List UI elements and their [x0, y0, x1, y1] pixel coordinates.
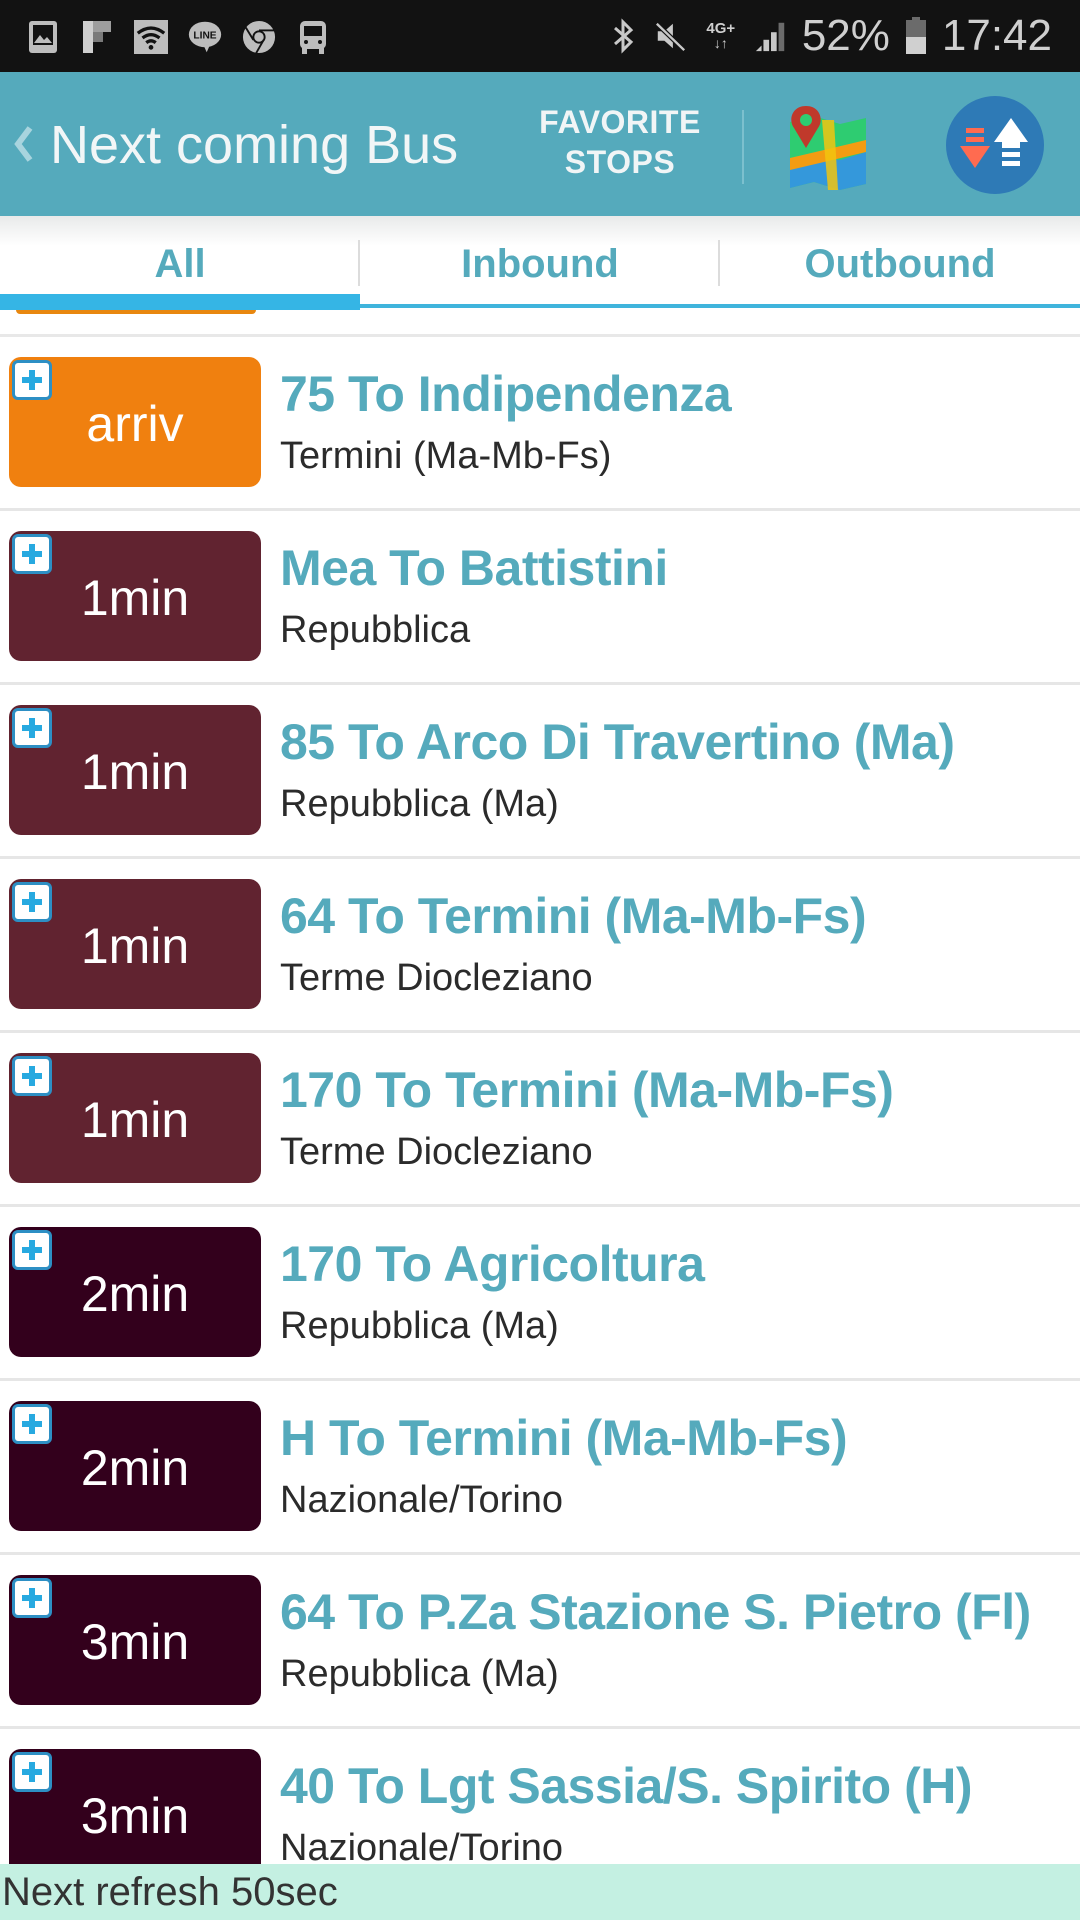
stop-name: Repubblica — [280, 609, 471, 651]
eta-text: 3min — [80, 1788, 190, 1844]
chrome-icon — [242, 19, 276, 55]
add-favorite-icon[interactable] — [12, 360, 52, 400]
favorite-label-line1: FAVORITE — [539, 104, 701, 140]
arrivals-list[interactable]: arriv 75 To Indipendenza Termini (Ma-Mb-Fs… — [0, 310, 1080, 1864]
stop-name: Repubblica (Ma) — [280, 1653, 559, 1695]
refresh-countdown: Next refresh 50sec — [2, 1870, 338, 1914]
eta-text: 1min — [80, 1092, 190, 1148]
stop-name: Terme Diocleziano — [280, 1131, 593, 1173]
mute-icon — [654, 18, 688, 54]
add-favorite-icon[interactable] — [12, 1578, 52, 1618]
add-favorite-icon[interactable] — [12, 1056, 52, 1096]
bus-app-icon — [296, 19, 330, 55]
app-bar: Next coming Bus FAVORITE STOPS — [0, 72, 1080, 216]
direction-tabs: All Inbound Outbound — [0, 216, 1080, 310]
network-4g-icon: 4G+ ↓↑ — [706, 20, 736, 51]
eta-text: 3min — [80, 1614, 190, 1670]
route-title: 170 To Agricoltura — [280, 1236, 705, 1292]
eta-badge: 1min — [9, 531, 261, 661]
svg-text:LINE: LINE — [193, 31, 216, 42]
stop-name: Termini (Ma-Mb-Fs) — [280, 435, 612, 477]
tab-label: All — [154, 242, 206, 286]
line-app-icon: LINE — [188, 19, 222, 55]
battery-percent: 52% — [801, 11, 890, 60]
previous-item-peek — [16, 310, 256, 314]
stop-name: Terme Diocleziano — [280, 957, 593, 999]
tab-label: Inbound — [461, 242, 619, 286]
eta-badge: 2min — [9, 1227, 261, 1357]
stop-name: Repubblica (Ma) — [280, 783, 559, 825]
refresh-bar: Next refresh 50sec — [0, 1864, 1080, 1920]
flipboard-icon — [80, 19, 114, 55]
eta-text: 1min — [80, 918, 190, 974]
arrival-row[interactable]: 1min 64 To Termini (Ma-Mb-Fs) Terme Diocle… — [0, 859, 1080, 1033]
tab-indicator — [0, 294, 360, 310]
swap-direction-icon — [960, 118, 1028, 168]
eta-badge: 3min — [9, 1575, 261, 1705]
tab-outbound[interactable]: Outbound — [720, 216, 1080, 310]
arrival-row[interactable]: 3min 40 To Lgt Sassia/S. Spirito (H) Nazio… — [0, 1729, 1080, 1864]
tab-label: Outbound — [804, 242, 996, 286]
signal-icon — [754, 18, 788, 54]
appbar-divider — [742, 110, 744, 184]
arrival-row[interactable]: arriv 75 To Indipendenza Termini (Ma-Mb-Fs… — [0, 337, 1080, 511]
page-title[interactable]: Next coming Bus — [50, 114, 458, 176]
eta-text: 2min — [80, 1440, 190, 1496]
direction-toggle-button[interactable] — [946, 96, 1044, 194]
clock: 17:42 — [941, 11, 1052, 60]
route-title: 170 To Termini (Ma-Mb-Fs) — [280, 1062, 894, 1118]
add-favorite-icon[interactable] — [12, 1230, 52, 1270]
stop-name: Nazionale/Torino — [280, 1479, 564, 1521]
arrival-row[interactable]: 1min Mea To Battistini Repubblica — [0, 511, 1080, 685]
route-title: 64 To Termini (Ma-Mb-Fs) — [280, 888, 867, 944]
eta-badge: 1min — [9, 1053, 261, 1183]
wifi-icon — [134, 19, 168, 55]
gallery-icon — [26, 19, 60, 55]
notification-icons: LINE — [26, 16, 330, 58]
route-title: 64 To P.Za Stazione S. Pietro (Fl) — [280, 1584, 1031, 1640]
map-icon — [790, 106, 866, 190]
tab-all[interactable]: All — [0, 216, 360, 310]
route-title: Mea To Battistini — [280, 540, 668, 596]
system-status: 4G+ ↓↑ 52% 17:42 — [606, 8, 1052, 64]
eta-text: 1min — [80, 570, 190, 626]
arrival-row[interactable]: 2min H To Termini (Ma-Mb-Fs) Nazionale/Tor… — [0, 1381, 1080, 1555]
add-favorite-icon[interactable] — [12, 882, 52, 922]
status-bar: LINE 4G+ ↓↑ 52% 17:42 — [0, 0, 1080, 72]
favorite-label-line2: STOPS — [564, 144, 676, 180]
arrivals-rows: arriv 75 To Indipendenza Termini (Ma-Mb-Fs… — [0, 337, 1080, 1864]
route-title: 75 To Indipendenza — [280, 366, 732, 422]
eta-badge: 3min — [9, 1749, 261, 1864]
eta-badge: arriv — [9, 357, 261, 487]
stop-name: Repubblica (Ma) — [280, 1305, 559, 1347]
favorite-stops-button[interactable]: FAVORITE STOPS — [520, 102, 720, 188]
arrival-row[interactable]: 1min 170 To Termini (Ma-Mb-Fs) Terme Diocl… — [0, 1033, 1080, 1207]
eta-text: arriv — [86, 396, 184, 452]
tab-inbound[interactable]: Inbound — [360, 216, 720, 310]
stop-name: Nazionale/Torino — [280, 1827, 564, 1864]
arrival-row[interactable]: 2min 170 To Agricoltura Repubblica (Ma) — [0, 1207, 1080, 1381]
eta-badge: 1min — [9, 879, 261, 1009]
eta-badge: 2min — [9, 1401, 261, 1531]
route-title: H To Termini (Ma-Mb-Fs) — [280, 1410, 848, 1466]
route-title: 85 To Arco Di Travertino (Ma) — [280, 714, 955, 770]
eta-text: 2min — [80, 1266, 190, 1322]
add-favorite-icon[interactable] — [12, 1404, 52, 1444]
eta-badge: 1min — [9, 705, 261, 835]
arrival-row[interactable]: 3min 64 To P.Za Stazione S. Pietro (Fl) Re… — [0, 1555, 1080, 1729]
battery-icon — [904, 17, 928, 54]
back-chevron-icon[interactable] — [12, 122, 34, 166]
add-favorite-icon[interactable] — [12, 534, 52, 574]
map-button[interactable] — [784, 102, 874, 198]
network-label: 4G+ — [706, 20, 736, 37]
add-favorite-icon[interactable] — [12, 1752, 52, 1792]
eta-text: 1min — [80, 744, 190, 800]
arrival-row[interactable]: 1min 85 To Arco Di Travertino (Ma) Repubbl… — [0, 685, 1080, 859]
add-favorite-icon[interactable] — [12, 708, 52, 748]
route-title: 40 To Lgt Sassia/S. Spirito (H) — [280, 1758, 973, 1814]
bluetooth-icon — [606, 18, 640, 54]
